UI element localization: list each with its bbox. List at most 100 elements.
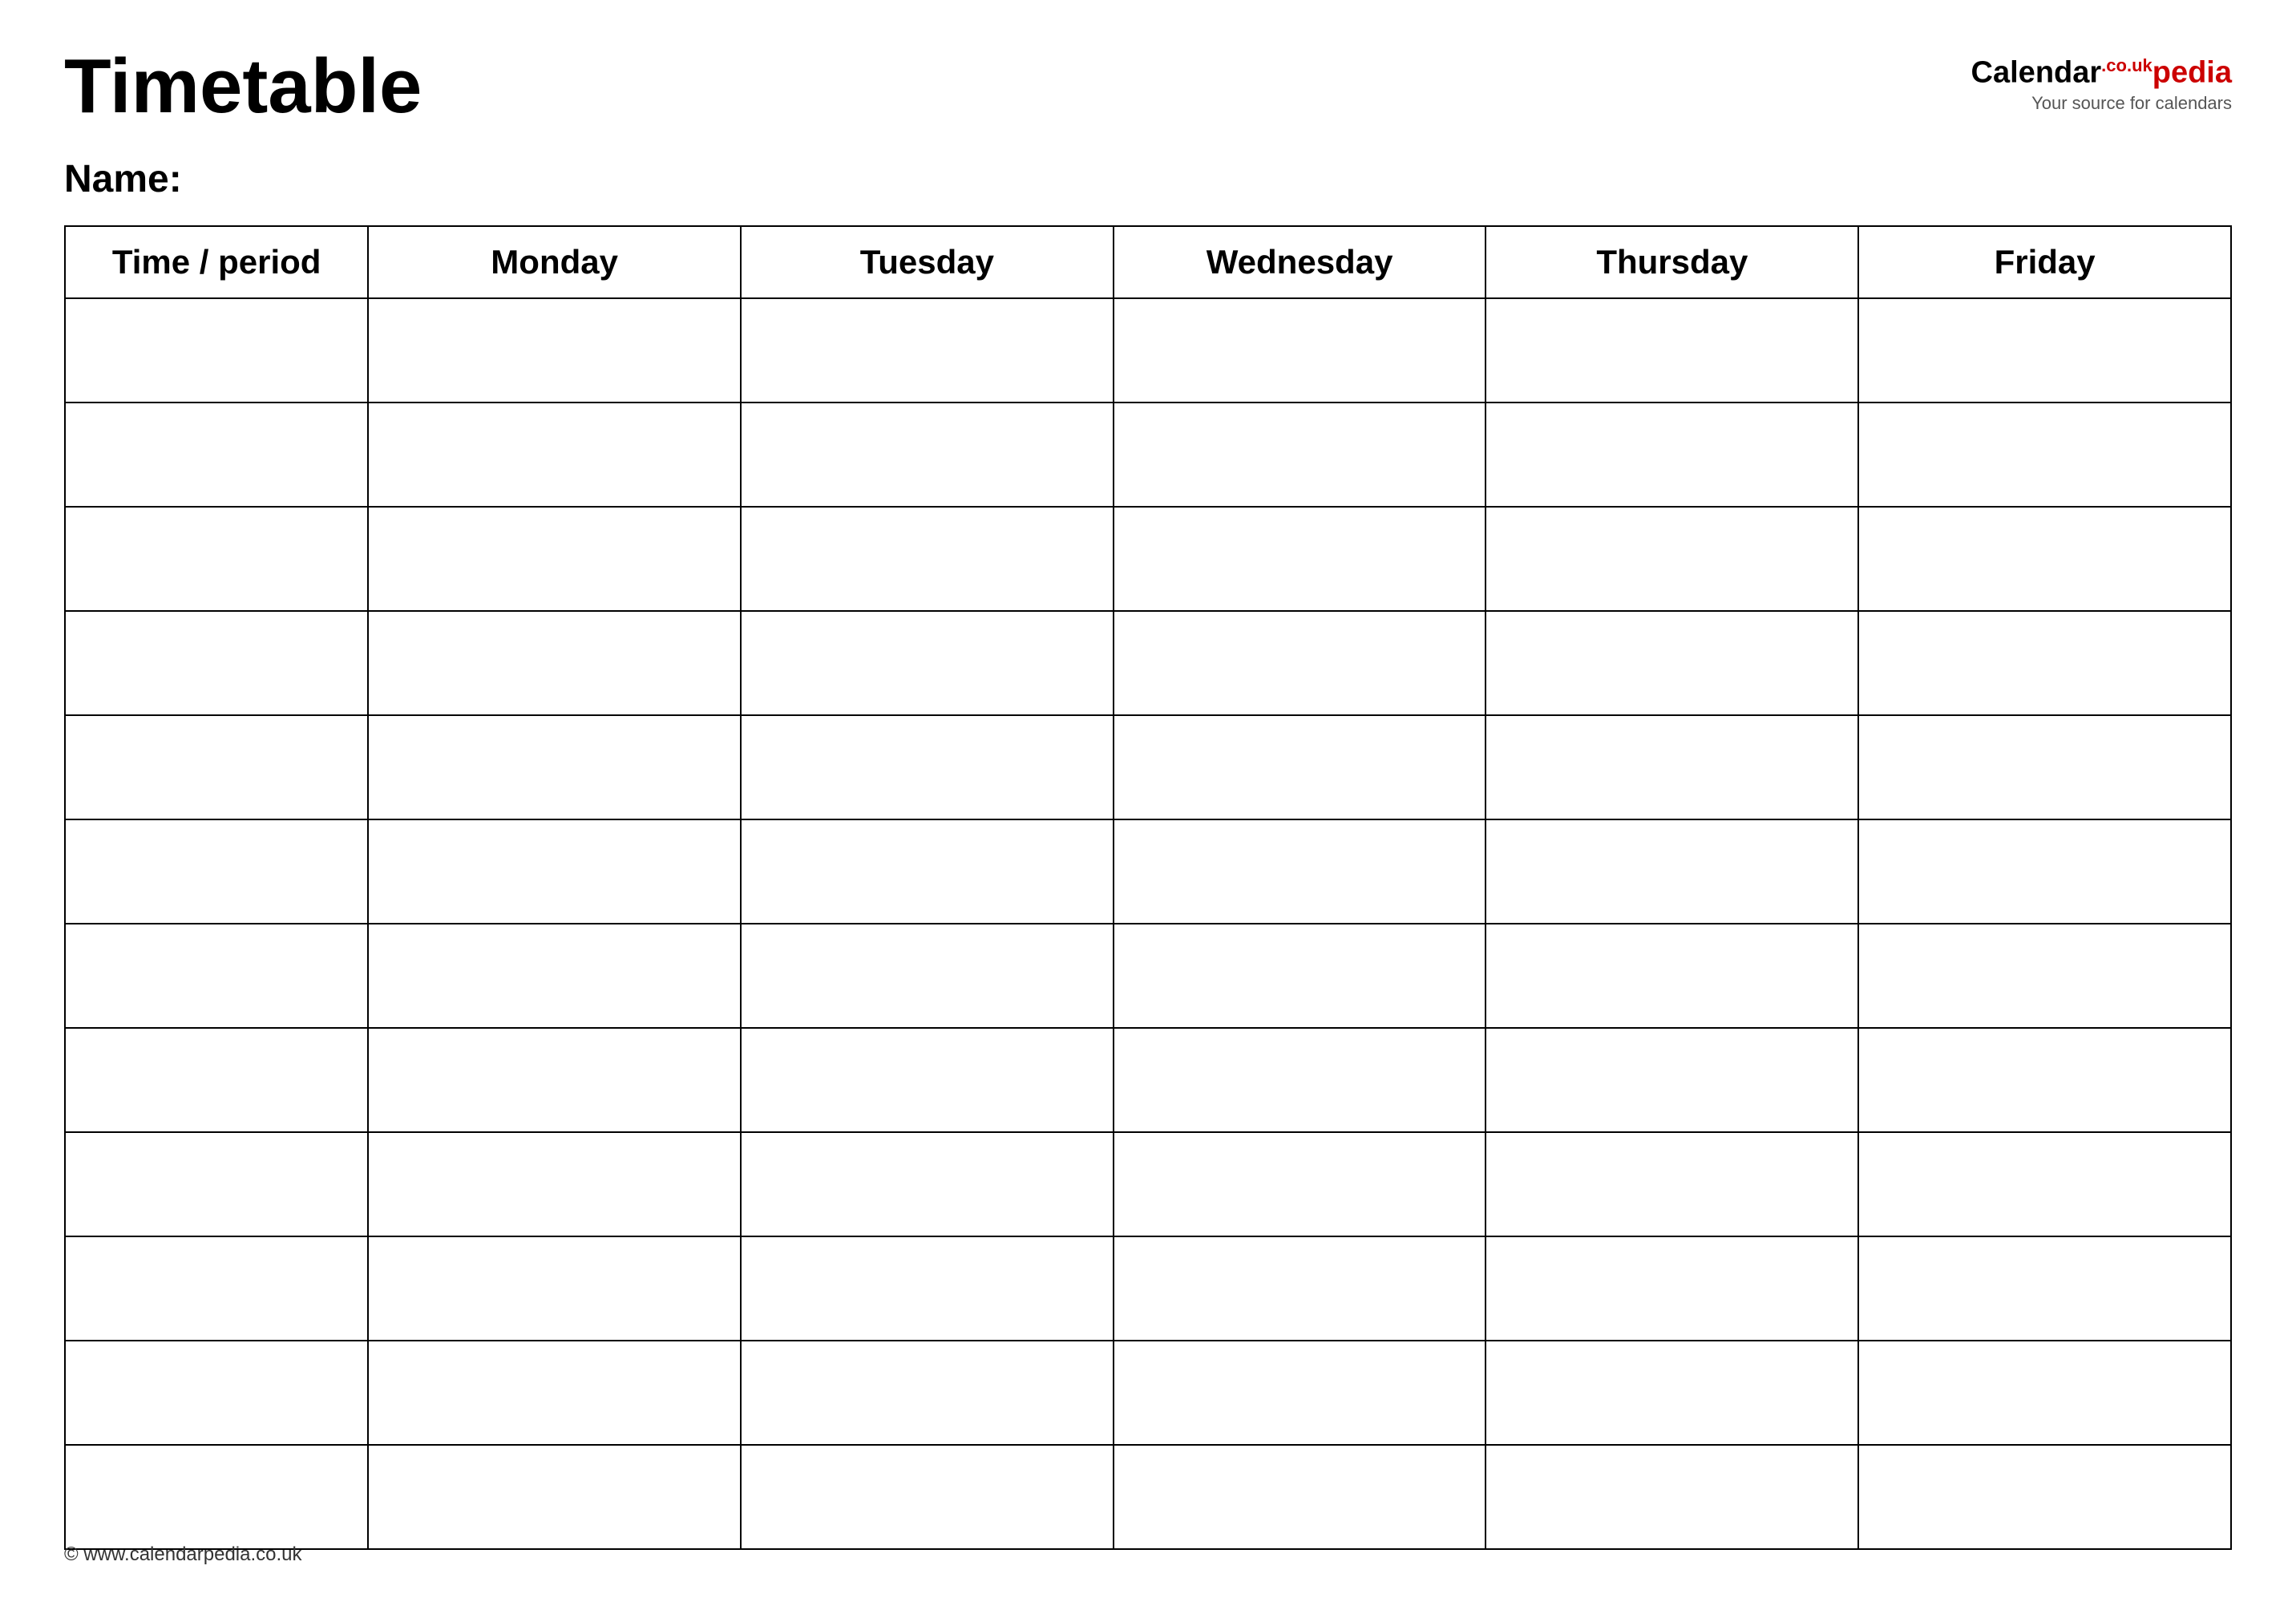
table-cell[interactable] bbox=[368, 715, 741, 819]
table-cell[interactable] bbox=[1114, 715, 1486, 819]
table-row bbox=[65, 507, 2231, 611]
table-cell[interactable] bbox=[1114, 1028, 1486, 1132]
logo-pedia: pedia bbox=[2152, 56, 2232, 90]
table-header-row: Time / period Monday Tuesday Wednesday T… bbox=[65, 226, 2231, 298]
table-cell[interactable] bbox=[1858, 1341, 2231, 1445]
table-cell[interactable] bbox=[741, 611, 1114, 715]
table-cell[interactable] bbox=[65, 298, 368, 403]
table-cell[interactable] bbox=[368, 924, 741, 1028]
logo-calendar: Calendar bbox=[1971, 56, 2102, 90]
table-cell[interactable] bbox=[1858, 1132, 2231, 1236]
table-cell[interactable] bbox=[1486, 1132, 1858, 1236]
table-cell[interactable] bbox=[368, 403, 741, 507]
table-cell[interactable] bbox=[1858, 924, 2231, 1028]
table-cell[interactable] bbox=[368, 298, 741, 403]
table-cell[interactable] bbox=[1114, 819, 1486, 924]
table-cell[interactable] bbox=[65, 1341, 368, 1445]
table-cell[interactable] bbox=[1858, 1236, 2231, 1341]
logo-subtitle: Your source for calendars bbox=[2031, 93, 2232, 114]
table-cell[interactable] bbox=[1486, 611, 1858, 715]
table-cell[interactable] bbox=[741, 1236, 1114, 1341]
table-cell[interactable] bbox=[65, 1445, 368, 1549]
table-cell[interactable] bbox=[1114, 1445, 1486, 1549]
col-header-monday: Monday bbox=[368, 226, 741, 298]
table-cell[interactable] bbox=[65, 924, 368, 1028]
table-cell[interactable] bbox=[1486, 819, 1858, 924]
table-cell[interactable] bbox=[65, 1236, 368, 1341]
table-cell[interactable] bbox=[65, 819, 368, 924]
col-header-friday: Friday bbox=[1858, 226, 2231, 298]
table-cell[interactable] bbox=[65, 1132, 368, 1236]
table-cell[interactable] bbox=[1858, 298, 2231, 403]
table-cell[interactable] bbox=[368, 507, 741, 611]
table-row bbox=[65, 924, 2231, 1028]
table-cell[interactable] bbox=[1486, 507, 1858, 611]
table-cell[interactable] bbox=[741, 298, 1114, 403]
table-cell[interactable] bbox=[1486, 924, 1858, 1028]
table-cell[interactable] bbox=[1486, 403, 1858, 507]
table-row bbox=[65, 1132, 2231, 1236]
table-cell[interactable] bbox=[65, 611, 368, 715]
table-cell[interactable] bbox=[1114, 298, 1486, 403]
header: Timetable Calendar.co.ukpedia Your sourc… bbox=[64, 48, 2232, 125]
table-cell[interactable] bbox=[741, 1132, 1114, 1236]
table-row bbox=[65, 298, 2231, 403]
table-cell[interactable] bbox=[1858, 1028, 2231, 1132]
table-cell[interactable] bbox=[368, 1132, 741, 1236]
timetable-body bbox=[65, 298, 2231, 1549]
table-cell[interactable] bbox=[1486, 298, 1858, 403]
table-cell[interactable] bbox=[1114, 1341, 1486, 1445]
col-header-time: Time / period bbox=[65, 226, 368, 298]
table-row bbox=[65, 1236, 2231, 1341]
table-row bbox=[65, 611, 2231, 715]
table-row bbox=[65, 715, 2231, 819]
table-cell[interactable] bbox=[1114, 507, 1486, 611]
col-header-tuesday: Tuesday bbox=[741, 226, 1114, 298]
table-cell[interactable] bbox=[1486, 1236, 1858, 1341]
table-cell[interactable] bbox=[1114, 403, 1486, 507]
table-cell[interactable] bbox=[368, 1445, 741, 1549]
table-cell[interactable] bbox=[65, 507, 368, 611]
table-cell[interactable] bbox=[65, 715, 368, 819]
table-cell[interactable] bbox=[1486, 1445, 1858, 1549]
table-cell[interactable] bbox=[1486, 1028, 1858, 1132]
table-cell[interactable] bbox=[741, 715, 1114, 819]
table-row bbox=[65, 1445, 2231, 1549]
table-row bbox=[65, 819, 2231, 924]
table-cell[interactable] bbox=[368, 1341, 741, 1445]
footer: © www.calendarpedia.co.uk bbox=[64, 1543, 302, 1566]
table-cell[interactable] bbox=[368, 1236, 741, 1341]
page-title: Timetable bbox=[64, 48, 422, 125]
table-cell[interactable] bbox=[1858, 611, 2231, 715]
table-cell[interactable] bbox=[1858, 403, 2231, 507]
name-label: Name: bbox=[64, 158, 182, 200]
table-cell[interactable] bbox=[368, 611, 741, 715]
table-cell[interactable] bbox=[1486, 1341, 1858, 1445]
table-cell[interactable] bbox=[1858, 819, 2231, 924]
col-header-wednesday: Wednesday bbox=[1114, 226, 1486, 298]
table-cell[interactable] bbox=[1114, 611, 1486, 715]
table-cell[interactable] bbox=[368, 1028, 741, 1132]
table-cell[interactable] bbox=[741, 1341, 1114, 1445]
table-cell[interactable] bbox=[741, 819, 1114, 924]
table-cell[interactable] bbox=[741, 403, 1114, 507]
table-cell[interactable] bbox=[1114, 1236, 1486, 1341]
table-cell[interactable] bbox=[1858, 715, 2231, 819]
table-row bbox=[65, 403, 2231, 507]
table-cell[interactable] bbox=[741, 924, 1114, 1028]
name-row: Name: bbox=[64, 157, 2232, 201]
col-header-thursday: Thursday bbox=[1486, 226, 1858, 298]
table-cell[interactable] bbox=[741, 1445, 1114, 1549]
table-cell[interactable] bbox=[1114, 924, 1486, 1028]
table-cell[interactable] bbox=[741, 507, 1114, 611]
table-cell[interactable] bbox=[65, 1028, 368, 1132]
table-cell[interactable] bbox=[1858, 1445, 2231, 1549]
table-cell[interactable] bbox=[1114, 1132, 1486, 1236]
table-cell[interactable] bbox=[741, 1028, 1114, 1132]
table-cell[interactable] bbox=[1858, 507, 2231, 611]
timetable: Time / period Monday Tuesday Wednesday T… bbox=[64, 225, 2232, 1550]
table-cell[interactable] bbox=[1486, 715, 1858, 819]
table-cell[interactable] bbox=[368, 819, 741, 924]
table-cell[interactable] bbox=[65, 403, 368, 507]
table-row bbox=[65, 1341, 2231, 1445]
